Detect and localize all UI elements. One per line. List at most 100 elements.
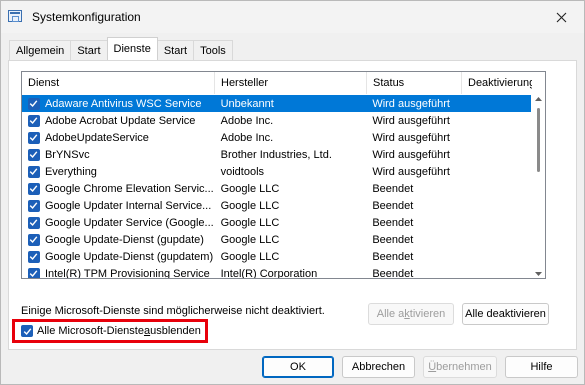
service-status: Wird ausgeführt	[372, 148, 450, 161]
service-row[interactable]: Everything voidtools Wird ausgeführt	[22, 163, 531, 180]
service-row[interactable]: Google Updater Internal Service... Google…	[22, 197, 531, 214]
scroll-up-arrow-icon[interactable]	[535, 96, 542, 102]
tab-dienste[interactable]: Dienste	[106, 37, 158, 60]
service-row[interactable]: AdobeUpdateService Adobe Inc. Wird ausgefü…	[22, 129, 531, 146]
system-configuration-window: Systemkonfiguration Allgemein Start Dien…	[0, 0, 585, 385]
scroll-thumb[interactable]	[537, 108, 540, 172]
tab-start-autostart[interactable]: Start	[156, 40, 195, 60]
service-name: AdobeUpdateService	[44, 131, 149, 144]
service-row[interactable]: Adaware Antivirus WSC Service Unbekannt Wi…	[22, 95, 531, 112]
service-manufacturer: Unbekannt	[220, 97, 274, 110]
column-header-dienst[interactable]: Dienst	[22, 72, 215, 94]
checkmark-icon	[30, 185, 38, 193]
hide-microsoft-services-checkbox[interactable]	[21, 325, 33, 337]
service-manufacturer: Adobe Inc.	[220, 114, 274, 127]
service-checkbox[interactable]	[27, 267, 40, 278]
scroll-down-arrow-icon[interactable]	[535, 271, 542, 277]
disable-all-button[interactable]: Alle deaktivieren	[462, 303, 549, 325]
services-list[interactable]: Dienst Hersteller Status Deaktivierung A…	[21, 71, 546, 279]
column-header-status[interactable]: Status	[367, 72, 462, 94]
close-icon	[556, 12, 566, 22]
service-checkbox-cell	[22, 112, 44, 129]
service-checkbox[interactable]	[27, 148, 40, 161]
service-row[interactable]: Google Update-Dienst (gupdatem) Google LL…	[22, 248, 531, 265]
service-name: Google Updater Internal Service...	[44, 199, 212, 212]
service-name: Google Updater Service (Google...	[44, 216, 214, 229]
service-name: Adobe Acrobat Update Service	[44, 114, 196, 127]
service-checkbox[interactable]	[27, 114, 40, 127]
service-name: Intel(R) TPM Provisioning Service	[44, 267, 210, 279]
service-status: Wird ausgeführt	[372, 165, 450, 178]
list-header: Dienst Hersteller Status Deaktivierung	[22, 72, 545, 94]
checkmark-icon	[23, 327, 31, 335]
service-name: Everything	[44, 165, 97, 178]
hide-ms-label-b: usblenden	[150, 325, 201, 337]
enable-all-button[interactable]: Alle a k tivieren	[368, 303, 454, 325]
service-checkbox-cell	[22, 180, 44, 197]
checkmark-icon	[30, 134, 38, 142]
service-checkbox[interactable]	[27, 199, 40, 212]
checkmark-icon	[30, 253, 38, 261]
service-status: Beendet	[372, 216, 414, 229]
tab-tools[interactable]: Tools	[193, 40, 233, 60]
service-status: Beendet	[372, 182, 414, 195]
service-status: Wird ausgeführt	[372, 97, 450, 110]
service-checkbox[interactable]	[27, 182, 40, 195]
service-checkbox[interactable]	[27, 131, 40, 144]
service-status: Beendet	[372, 250, 414, 263]
service-name: Google Chrome Elevation Servic...	[44, 182, 214, 195]
column-header-hersteller[interactable]: Hersteller	[215, 72, 367, 94]
msconfig-app-icon	[8, 10, 22, 22]
service-checkbox[interactable]	[27, 250, 40, 263]
service-row[interactable]: BrYNSvc Brother Industries, Ltd. Wird ausg…	[22, 146, 531, 163]
vertical-scrollbar[interactable]	[532, 94, 545, 278]
service-manufacturer: Intel(R) Corporation	[220, 267, 318, 279]
checkmark-icon	[30, 100, 38, 108]
service-name: Google Update-Dienst (gupdate)	[44, 233, 204, 246]
hide-microsoft-services-option[interactable]: Alle Microsoft-Dienste a usblenden	[12, 319, 208, 343]
cancel-button[interactable]: Abbrechen	[342, 356, 415, 378]
tab-allgemein[interactable]: Allgemein	[9, 40, 72, 60]
service-manufacturer: Adobe Inc.	[220, 131, 274, 144]
service-checkbox-cell	[22, 129, 44, 146]
service-status: Beendet	[372, 233, 414, 246]
checkmark-icon	[30, 270, 38, 278]
enable-all-label-a: Alle a	[376, 308, 405, 320]
service-status: Wird ausgeführt	[372, 131, 450, 144]
service-checkbox-cell	[22, 265, 44, 278]
service-checkbox[interactable]	[27, 165, 40, 178]
apply-button[interactable]: Übernehmen	[423, 356, 497, 378]
service-checkbox-cell	[22, 197, 44, 214]
checkmark-icon	[30, 151, 38, 159]
tab-start-boot[interactable]: Start	[70, 40, 108, 60]
service-manufacturer: Google LLC	[220, 182, 280, 195]
service-checkbox-cell	[22, 95, 44, 112]
service-name: Google Update-Dienst (gupdatem)	[44, 250, 214, 263]
service-status: Beendet	[372, 267, 414, 279]
service-row[interactable]: Adobe Acrobat Update Service Adobe Inc. Wi…	[22, 112, 531, 129]
service-manufacturer: Google LLC	[220, 199, 280, 212]
service-manufacturer: Google LLC	[220, 250, 280, 263]
service-status: Beendet	[372, 199, 414, 212]
title-bar: Systemkonfiguration	[1, 1, 584, 33]
checkmark-icon	[30, 219, 38, 227]
checkmark-icon	[30, 202, 38, 210]
service-checkbox-cell	[22, 214, 44, 231]
service-status: Wird ausgeführt	[372, 114, 450, 127]
service-row[interactable]: Google Update-Dienst (gupdate) Google LLC…	[22, 231, 531, 248]
column-header-deaktiviert[interactable]: Deaktivierung	[462, 72, 532, 94]
service-row[interactable]: Google Chrome Elevation Servic... Google …	[22, 180, 531, 197]
close-button[interactable]	[545, 4, 577, 30]
ok-button[interactable]: OK	[262, 356, 334, 378]
checkmark-icon	[30, 117, 38, 125]
service-row[interactable]: Google Updater Service (Google... Google …	[22, 214, 531, 231]
service-row[interactable]: Intel(R) TPM Provisioning Service Intel(R…	[22, 265, 531, 279]
checkmark-icon	[30, 168, 38, 176]
service-checkbox[interactable]	[27, 216, 40, 229]
help-button[interactable]: Hilfe	[505, 356, 578, 378]
service-checkbox[interactable]	[27, 233, 40, 246]
service-manufacturer: voidtools	[220, 165, 265, 178]
service-manufacturer: Google LLC	[220, 216, 280, 229]
service-checkbox[interactable]	[27, 97, 40, 110]
apply-label-rest: bernehmen	[436, 361, 492, 373]
